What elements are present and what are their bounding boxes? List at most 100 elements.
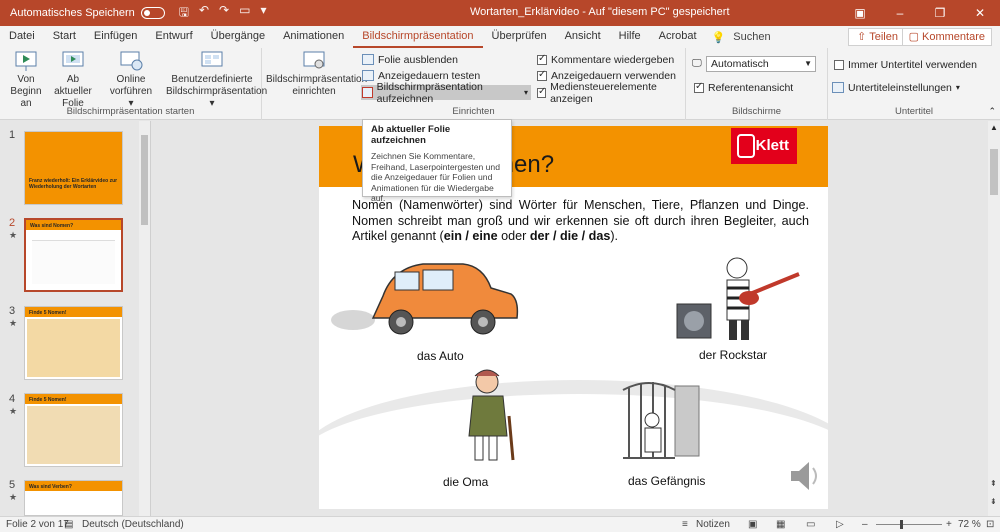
record-tooltip: Ab aktueller Folie aufzeichnen Zeichnen … [362, 119, 512, 203]
thumb-number: 5 [9, 479, 16, 491]
present-online-button[interactable]: Online vorführen ▾ [108, 50, 154, 110]
thumbnail-slide-4[interactable]: Finde 5 Nomen! [24, 393, 123, 467]
animation-star-icon: ★ [9, 230, 18, 240]
record-dropdown-icon[interactable]: ▾ [524, 88, 528, 97]
maximize-icon[interactable]: ❐ [920, 0, 960, 26]
tab-datei[interactable]: Datei [0, 26, 44, 48]
thumb-title: Finde 5 Nomen! [29, 397, 67, 403]
tab-animationen[interactable]: Animationen [274, 26, 353, 48]
customize-qat-icon[interactable]: ▾ [260, 3, 266, 24]
normal-view-icon[interactable]: ▣ [748, 519, 757, 530]
custom-slideshow-icon [199, 50, 225, 72]
custom-slideshow-label: Benutzerdefinierte Bildschirmpräsentatio… [166, 74, 268, 97]
thumbnail-scrollbar[interactable] [139, 121, 150, 516]
always-subtitles-checkbox[interactable]: Immer Untertitel verwenden [834, 57, 977, 72]
slide-thumbnail-pane: 1 Franz wiederholt: Ein Erklärvideo zur … [0, 121, 151, 516]
record-slideshow-button[interactable]: Bildschirmpräsentation aufzeichnen ▾ [361, 81, 531, 105]
car-illustration [331, 263, 519, 335]
slide-scrollbar[interactable]: ▲ ⇞ ⇟ [988, 121, 1000, 516]
ribbon-display-icon[interactable]: ▣ [840, 0, 880, 26]
tab-hilfe[interactable]: Hilfe [610, 26, 650, 48]
presenter-view-check[interactable] [694, 81, 704, 93]
show-media-controls-checkbox[interactable]: Mediensteuerelemente anzeigen [537, 81, 685, 105]
audio-speaker-icon[interactable] [787, 458, 821, 494]
from-beginning-button[interactable]: Von Beginn an [4, 50, 48, 110]
thumb-preview [32, 240, 115, 284]
body-text-mid: oder [497, 229, 530, 243]
tab-einfuegen[interactable]: Einfügen [85, 26, 146, 48]
presenter-view-checkbox[interactable]: Referentenansicht [694, 80, 793, 95]
title-bar: Automatisches Speichern 🖫 ↶ ↷ ▭ ▾ Wortar… [0, 0, 1000, 26]
slideshow-view-icon[interactable]: ▷ [836, 519, 844, 530]
next-slide-icon[interactable]: ⇟ [990, 497, 997, 506]
zoom-out-icon[interactable]: – [862, 519, 868, 530]
chevron-down-icon: ▼ [804, 59, 812, 68]
scroll-thumb[interactable] [141, 135, 148, 225]
comments-label: Kommentare [922, 31, 985, 43]
tab-entwurf[interactable]: Entwurf [146, 26, 201, 48]
custom-slideshow-button[interactable]: Benutzerdefinierte Bildschirmpräsentatio… [166, 50, 267, 110]
zoom-slider-thumb[interactable] [900, 520, 903, 529]
tab-ueberpruefen[interactable]: Überprüfen [483, 26, 556, 48]
monitor-select[interactable]: Automatisch ▼ [706, 56, 816, 72]
from-current-button[interactable]: Ab aktueller Folie [50, 50, 96, 110]
quick-access-toolbar: 🖫 ↶ ↷ ▭ ▾ [179, 3, 267, 24]
autosave-toggle[interactable] [140, 7, 165, 19]
minimize-icon[interactable]: – [880, 0, 920, 26]
tooltip-body: Zeichnen Sie Kommentare, Freihand, Laser… [371, 151, 500, 203]
show-media-controls-check[interactable] [537, 86, 546, 98]
thumbnail-slide-2[interactable]: Was sind Nomen? [24, 218, 123, 292]
slide-body-text: Nomen (Namenwörter) sind Wörter für Mens… [352, 198, 809, 245]
slide-counter: Folie 2 von 17 [6, 519, 69, 530]
thumbnail-slide-1[interactable]: Franz wiederholt: Ein Erklärvideo zur Wi… [24, 131, 123, 205]
thumbnail-slide-5[interactable]: Was sind Verben? [24, 480, 123, 516]
collapse-ribbon-icon[interactable]: ⌃ [988, 106, 996, 117]
close-icon[interactable]: ✕ [960, 0, 1000, 26]
from-current-label: Ab aktueller Folie [54, 74, 92, 109]
scroll-thumb[interactable] [990, 149, 998, 195]
decorative-arc [319, 380, 828, 509]
tab-start[interactable]: Start [44, 26, 85, 48]
use-timings-check[interactable] [537, 69, 547, 81]
fit-slide-icon[interactable]: ⊡ [986, 519, 994, 530]
show-media-controls-label: Mediensteuerelemente anzeigen [550, 80, 657, 105]
status-bar: Folie 2 von 17 ▤ Deutsch (Deutschland) ≡… [0, 516, 1000, 532]
subtitle-settings-button[interactable]: Untertiteleinstellungen ▾ [832, 80, 960, 95]
slideshow-current-icon [60, 50, 86, 72]
redo-icon[interactable]: ↷ [219, 3, 229, 24]
tell-me-search[interactable]: Suchen [733, 31, 770, 43]
save-icon[interactable]: 🖫 [179, 3, 189, 24]
present-online-icon [118, 50, 144, 72]
notes-button[interactable]: Notizen [696, 519, 730, 530]
slideshow-start-icon[interactable]: ▭ [239, 3, 250, 24]
tab-acrobat[interactable]: Acrobat [650, 26, 706, 48]
hide-slide-button[interactable]: Folie ausblenden [362, 52, 458, 67]
tab-ansicht[interactable]: Ansicht [556, 26, 610, 48]
setup-slideshow-button[interactable]: Bildschirmpräsentation einrichten [266, 50, 367, 98]
zoom-in-icon[interactable]: + [946, 519, 952, 530]
record-slideshow-label: Bildschirmpräsentation aufzeichnen [376, 80, 483, 105]
previous-slide-icon[interactable]: ⇞ [990, 479, 997, 488]
thumb-title: Franz wiederholt: Ein Erklärvideo zur Wi… [29, 178, 118, 190]
scroll-up-icon[interactable]: ▲ [990, 123, 998, 132]
notes-icon[interactable]: ≡ [682, 519, 688, 530]
reading-view-icon[interactable]: ▭ [806, 519, 815, 530]
comment-icon: ▢ [908, 31, 923, 43]
animation-star-icon: ★ [9, 318, 18, 328]
share-button[interactable]: ⇧ Teilen [848, 28, 907, 46]
thumbnail-slide-3[interactable]: Finde 5 Nomen! [24, 306, 123, 380]
tab-bildschirmpraesentation[interactable]: Bildschirmpräsentation [353, 26, 483, 48]
zoom-level[interactable]: 72 % [958, 519, 981, 530]
play-narrations-check[interactable] [537, 53, 547, 65]
zoom-slider[interactable] [876, 520, 942, 529]
caption-gefaengnis: das Gefängnis [628, 474, 706, 488]
comments-button[interactable]: ▢ Kommentare [901, 28, 992, 46]
tab-uebergaenge[interactable]: Übergänge [202, 26, 274, 48]
language-indicator[interactable]: Deutsch (Deutschland) [82, 519, 184, 530]
undo-icon[interactable]: ↶ [199, 3, 209, 24]
always-subtitles-check[interactable] [834, 59, 844, 70]
slide-sorter-icon[interactable]: ▦ [776, 519, 785, 530]
window-controls: ▣ – ❐ ✕ [840, 0, 1000, 26]
play-narrations-checkbox[interactable]: Kommentare wiedergeben [537, 52, 674, 67]
spelling-icon[interactable]: ▤ [64, 519, 73, 530]
